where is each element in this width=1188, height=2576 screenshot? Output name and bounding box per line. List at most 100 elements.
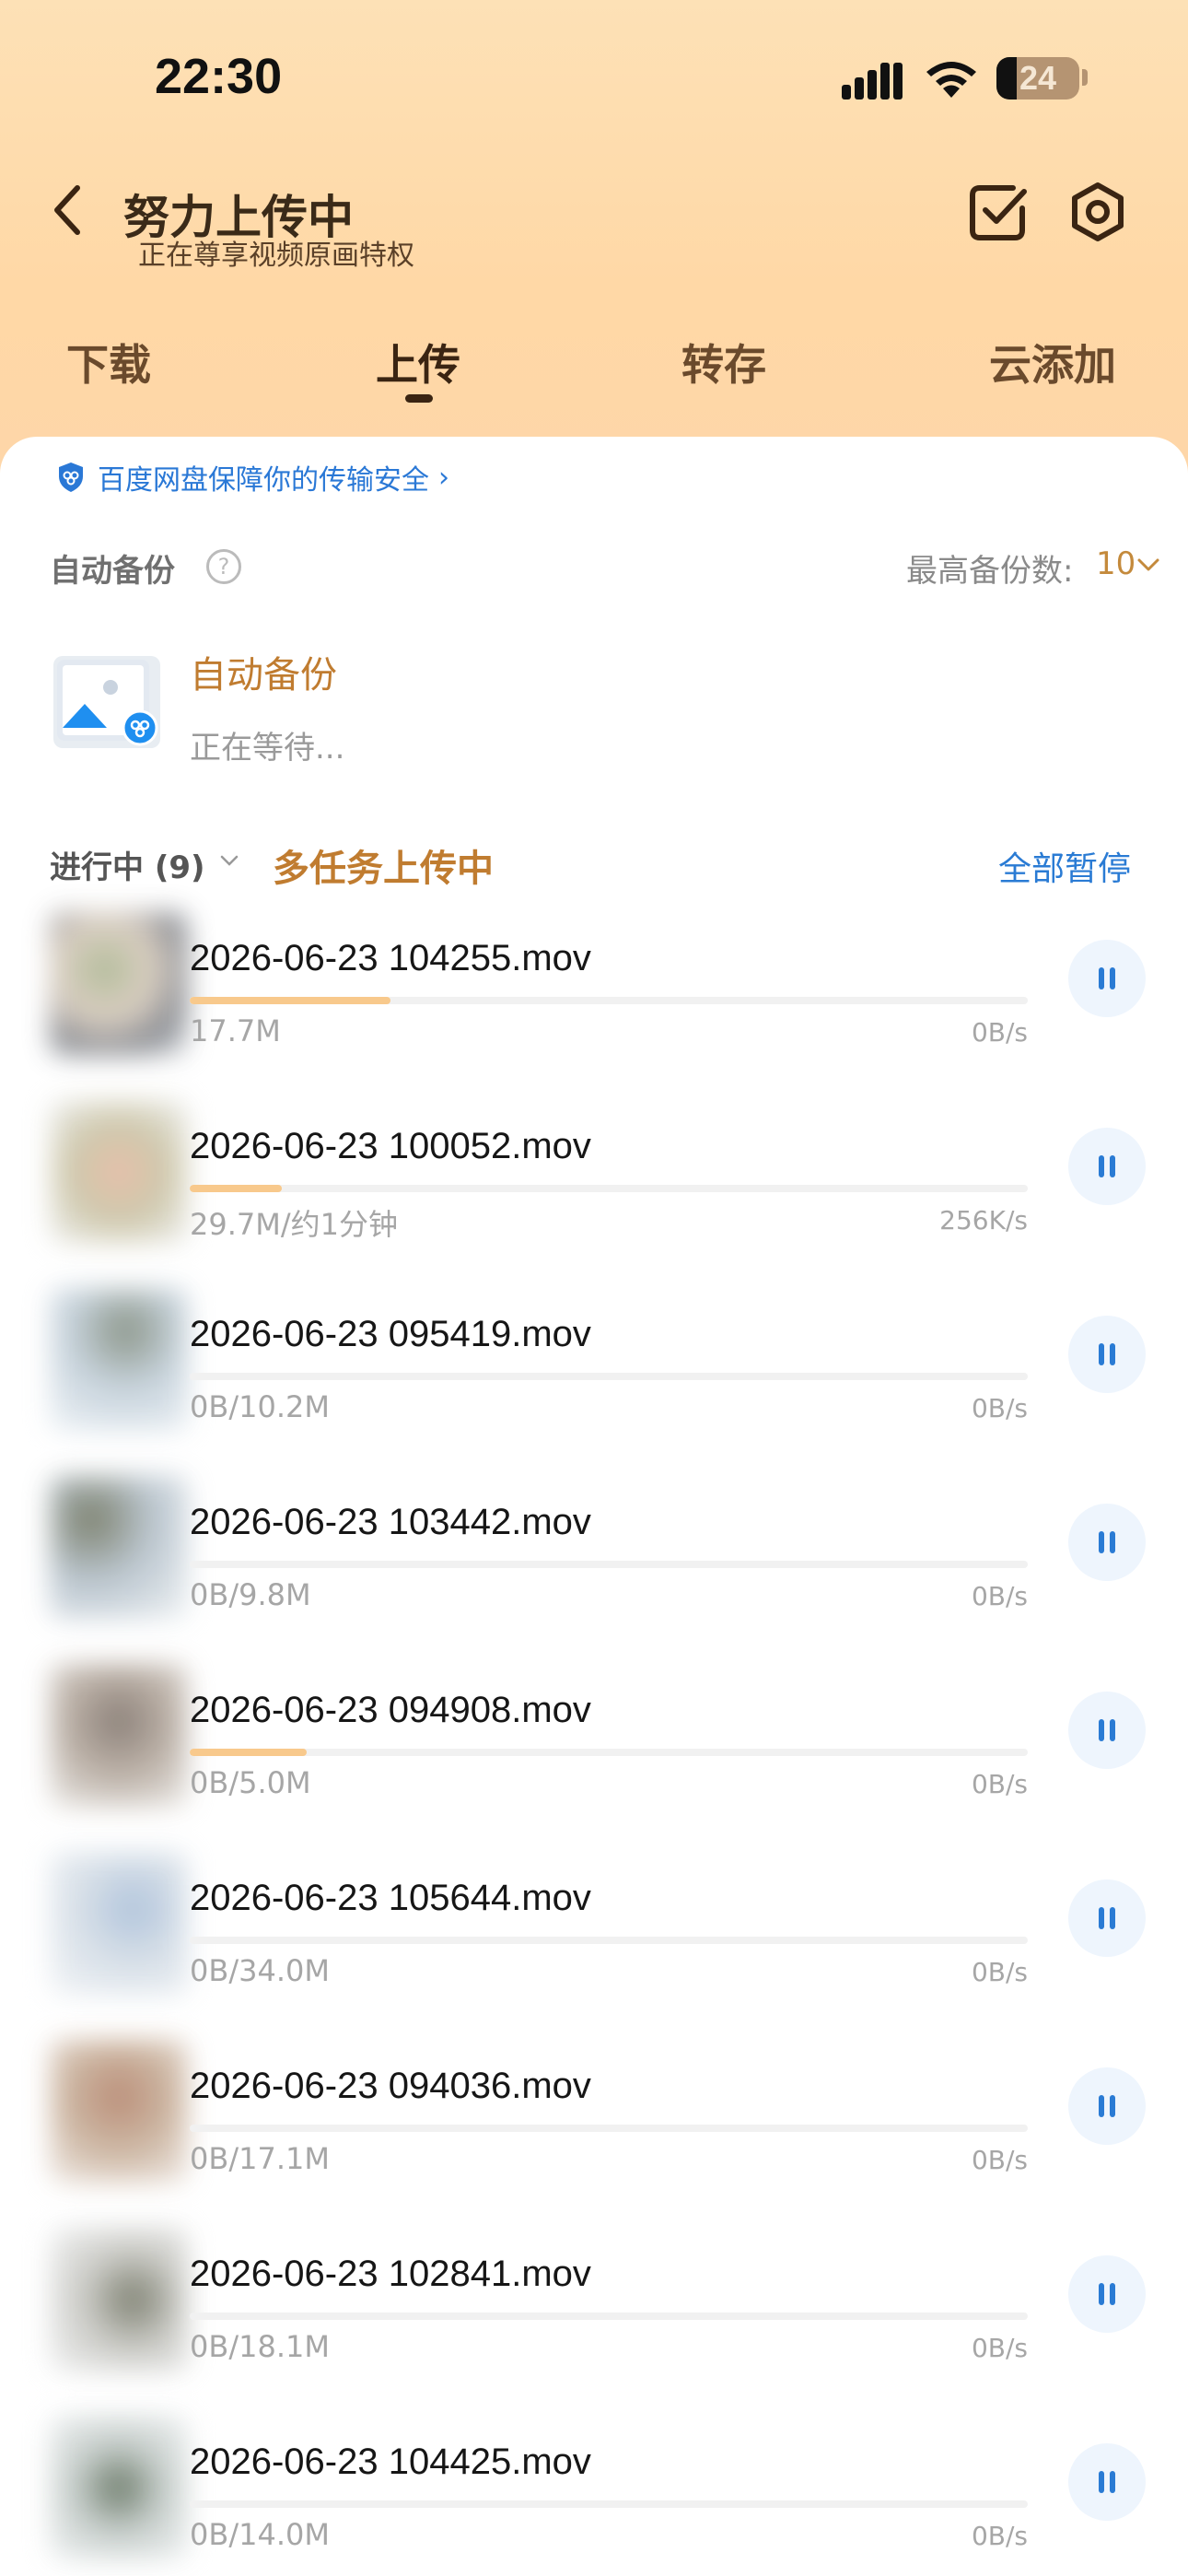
upload-progress-track xyxy=(190,1561,1028,1568)
chevron-down-icon[interactable] xyxy=(219,853,239,868)
pause-icon xyxy=(1110,967,1115,989)
tab-download[interactable]: 下载 xyxy=(66,332,151,392)
back-icon[interactable] xyxy=(46,181,92,240)
upload-task-row[interactable]: 2026-06-23 104255.mov 17.7M 0B/s xyxy=(0,912,1188,1100)
wifi-icon xyxy=(926,62,976,98)
pause-icon xyxy=(1110,1907,1115,1929)
max-backup-value[interactable]: 10 xyxy=(1096,545,1136,582)
max-backup-label[interactable]: 最高备份数: xyxy=(906,545,1073,591)
upload-progress-track xyxy=(190,1749,1028,1756)
tab-upload[interactable]: 上传 xyxy=(376,332,460,392)
multi-task-status: 多任务上传中 xyxy=(273,848,494,890)
upload-progress-bar xyxy=(190,1749,308,1756)
video-thumbnail xyxy=(50,1100,188,1244)
video-thumbnail xyxy=(50,2416,188,2559)
file-name: 2026-06-23 103442.mov xyxy=(190,1502,591,1542)
upload-task-row[interactable]: 2026-06-23 104425.mov 0B/14.0M 0B/s xyxy=(0,2416,1188,2576)
upload-task-row[interactable]: 2026-06-23 095419.mov 0B/10.2M 0B/s xyxy=(0,1288,1188,1476)
chevron-down-icon[interactable] xyxy=(1136,556,1160,575)
upload-speed: 0B/s xyxy=(971,1769,1028,1799)
upload-task-row[interactable]: 2026-06-23 100052.mov 29.7M/约1分钟 256K/s xyxy=(0,1100,1188,1288)
in-progress-filter[interactable]: 进行中 (9) xyxy=(50,842,205,887)
upload-speed: 0B/s xyxy=(971,1393,1028,1423)
upload-task-row[interactable]: 2026-06-23 094908.mov 0B/5.0M 0B/s xyxy=(0,1664,1188,1852)
video-thumbnail xyxy=(50,2040,188,2184)
upload-progress-track xyxy=(190,1937,1028,1944)
battery-indicator: 24 xyxy=(996,57,1079,100)
active-tab-indicator xyxy=(405,394,433,403)
file-size: 0B/17.1M xyxy=(190,2141,330,2176)
auto-backup-section-label: 自动备份 xyxy=(50,553,175,590)
upload-progress-track xyxy=(190,1373,1028,1380)
video-thumbnail xyxy=(50,912,188,1056)
upload-speed: 0B/s xyxy=(971,1957,1028,1987)
video-thumbnail xyxy=(50,1288,188,1432)
pause-icon xyxy=(1099,2095,1104,2117)
file-size: 0B/9.8M xyxy=(190,1577,311,1612)
file-size: 0B/34.0M xyxy=(190,1953,330,1988)
pause-all-button[interactable]: 全部暂停 xyxy=(998,842,1131,890)
status-time: 22:30 xyxy=(155,49,283,104)
file-name: 2026-06-23 102841.mov xyxy=(190,2254,591,2294)
pause-icon xyxy=(1099,1907,1104,1929)
pause-button[interactable] xyxy=(1068,1879,1146,1957)
battery-nub xyxy=(1082,69,1088,86)
upload-task-row[interactable]: 2026-06-23 094036.mov 0B/17.1M 0B/s xyxy=(0,2040,1188,2228)
pause-button[interactable] xyxy=(1068,1692,1146,1769)
pause-icon xyxy=(1099,1719,1104,1741)
upload-speed: 0B/s xyxy=(971,2145,1028,2175)
video-thumbnail xyxy=(50,1852,188,1996)
security-banner[interactable]: 百度网盘保障你的传输安全 › xyxy=(57,459,449,497)
video-thumbnail xyxy=(50,1664,188,1808)
transfer-tabs: 下载 上传 转存 云添加 xyxy=(0,332,1188,405)
shield-icon xyxy=(59,463,83,492)
file-name: 2026-06-23 100052.mov xyxy=(190,1126,591,1166)
pause-icon xyxy=(1110,1719,1115,1741)
pause-button[interactable] xyxy=(1068,2443,1146,2521)
pause-icon xyxy=(1110,1343,1115,1365)
security-text: 百度网盘保障你的传输安全 xyxy=(98,464,429,497)
pause-icon xyxy=(1110,2471,1115,2493)
upload-task-row[interactable]: 2026-06-23 103442.mov 0B/9.8M 0B/s xyxy=(0,1476,1188,1664)
pause-icon xyxy=(1110,1531,1115,1553)
file-name: 2026-06-23 094036.mov xyxy=(190,2066,591,2106)
file-name: 2026-06-23 094908.mov xyxy=(190,1690,591,1730)
battery-level: 24 xyxy=(1019,59,1057,97)
select-checkbox-icon[interactable] xyxy=(967,181,1030,243)
cellular-signal-icon xyxy=(842,63,903,100)
file-size: 0B/14.0M xyxy=(190,2517,330,2552)
tab-cloud-add[interactable]: 云添加 xyxy=(989,332,1116,392)
upload-progress-bar xyxy=(190,1185,283,1192)
upload-progress-track xyxy=(190,1185,1028,1192)
pause-icon xyxy=(1110,2095,1115,2117)
pause-icon xyxy=(1099,1343,1104,1365)
pause-button[interactable] xyxy=(1068,1316,1146,1393)
video-thumbnail xyxy=(50,1476,188,1620)
upload-task-row[interactable]: 2026-06-23 105644.mov 0B/34.0M 0B/s xyxy=(0,1852,1188,2040)
pause-button[interactable] xyxy=(1068,2067,1146,2145)
file-size: 29.7M/约1分钟 xyxy=(190,1207,399,1242)
pause-button[interactable] xyxy=(1068,940,1146,1017)
file-name: 2026-06-23 095419.mov xyxy=(190,1314,591,1354)
pause-icon xyxy=(1099,2283,1104,2305)
chevron-right-icon: › xyxy=(438,461,449,494)
settings-gear-icon[interactable] xyxy=(1066,181,1129,243)
pause-button[interactable] xyxy=(1068,1128,1146,1205)
file-size: 0B/5.0M xyxy=(190,1765,311,1800)
pause-button[interactable] xyxy=(1068,2255,1146,2333)
pause-icon xyxy=(1099,2471,1104,2493)
upload-task-row[interactable]: 2026-06-23 102841.mov 0B/18.1M 0B/s xyxy=(0,2228,1188,2416)
file-name: 2026-06-23 104425.mov xyxy=(190,2441,591,2482)
file-size: 17.7M xyxy=(190,1013,281,1048)
auto-backup-status: 正在等待... xyxy=(190,730,345,767)
pause-button[interactable] xyxy=(1068,1504,1146,1581)
upload-progress-track xyxy=(190,2313,1028,2320)
file-size: 0B/18.1M xyxy=(190,2329,330,2364)
video-thumbnail xyxy=(50,2228,188,2371)
upload-progress-track xyxy=(190,2125,1028,2132)
auto-backup-title[interactable]: 自动备份 xyxy=(190,645,337,698)
help-icon[interactable]: ? xyxy=(206,549,241,584)
upload-speed: 0B/s xyxy=(971,2521,1028,2551)
tab-transfer-save[interactable]: 转存 xyxy=(681,332,766,392)
upload-speed: 0B/s xyxy=(971,1017,1028,1048)
